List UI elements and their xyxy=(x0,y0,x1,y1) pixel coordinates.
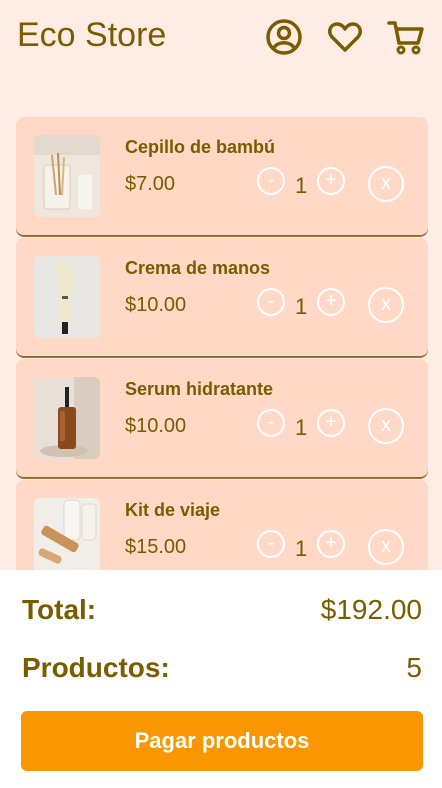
increase-button[interactable]: + xyxy=(317,167,345,195)
pay-button[interactable]: Pagar productos xyxy=(21,711,423,771)
product-price: $10.00 xyxy=(125,294,187,316)
remove-button[interactable]: x xyxy=(368,166,404,202)
cart-item-list: Cepillo de bambú $7.00 - 1 + x Crema de … xyxy=(16,117,428,577)
decrease-button[interactable]: - xyxy=(257,530,285,558)
product-price: $7.00 xyxy=(125,173,176,195)
cart-item: Serum hidratante $10.00 - 1 + x xyxy=(16,359,428,478)
product-name: Serum hidratante xyxy=(125,379,274,399)
heart-icon[interactable] xyxy=(326,18,364,56)
product-image xyxy=(34,135,100,217)
total-value: $192.00 xyxy=(320,594,422,625)
product-image xyxy=(34,377,100,459)
remove-button[interactable]: x xyxy=(368,529,404,565)
remove-button[interactable]: x xyxy=(368,287,404,323)
quantity-value: 1 xyxy=(295,173,308,198)
product-image xyxy=(34,256,100,338)
decrease-button[interactable]: - xyxy=(257,409,285,437)
cart-item: Crema de manos $10.00 - 1 + x xyxy=(16,238,428,357)
total-row: Total: $192.00 xyxy=(22,594,422,626)
brand-title[interactable]: Eco Store xyxy=(17,16,166,55)
products-count: 5 xyxy=(406,652,422,683)
increase-button[interactable]: + xyxy=(317,288,345,316)
product-price: $15.00 xyxy=(125,536,187,558)
product-name: Cepillo de bambú xyxy=(125,137,276,157)
total-label: Total: xyxy=(22,594,97,625)
decrease-button[interactable]: - xyxy=(257,288,285,316)
order-summary: Total: $192.00 Productos: 5 Pagar produc… xyxy=(0,570,442,788)
cart-item: Cepillo de bambú $7.00 - 1 + x xyxy=(16,117,428,236)
quantity-value: 1 xyxy=(295,415,308,440)
products-row: Productos: 5 xyxy=(22,652,422,684)
account-icon[interactable] xyxy=(265,18,303,56)
quantity-value: 1 xyxy=(295,536,308,561)
product-image xyxy=(34,498,100,577)
product-name: Kit de viaje xyxy=(125,500,221,520)
increase-button[interactable]: + xyxy=(317,530,345,558)
product-price: $10.00 xyxy=(125,415,187,437)
remove-button[interactable]: x xyxy=(368,408,404,444)
cart-item: Kit de viaje $15.00 - 1 + x xyxy=(16,480,428,577)
app-header: Eco Store xyxy=(0,0,442,80)
quantity-value: 1 xyxy=(295,294,308,319)
product-name: Crema de manos xyxy=(125,258,271,278)
decrease-button[interactable]: - xyxy=(257,167,285,195)
cart-icon[interactable] xyxy=(387,18,425,56)
increase-button[interactable]: + xyxy=(317,409,345,437)
products-label: Productos: xyxy=(22,652,170,683)
